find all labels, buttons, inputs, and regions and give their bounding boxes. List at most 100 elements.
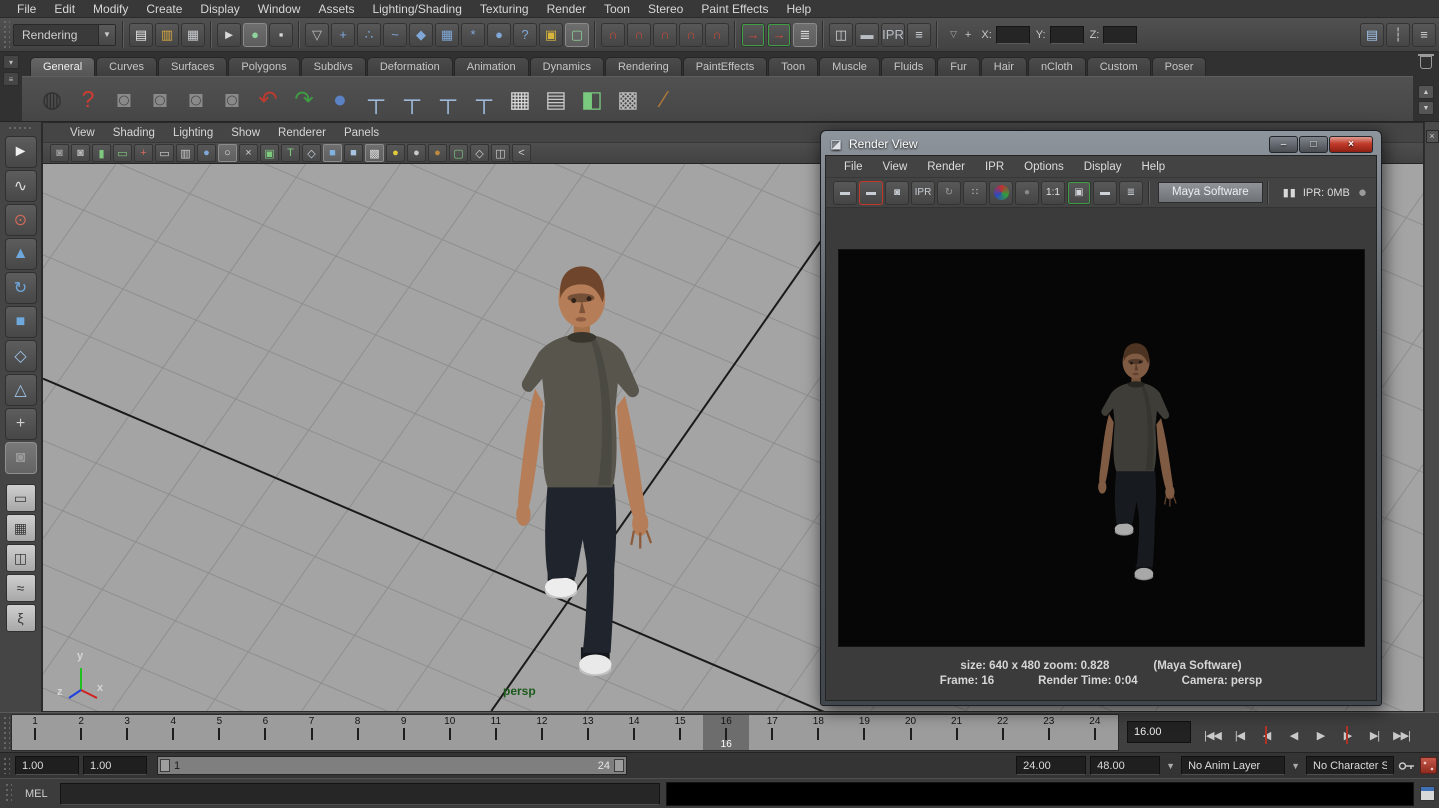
move-tool-icon[interactable]: ▲ — [5, 238, 37, 270]
timeline-frame-cell[interactable]: 21 — [934, 715, 980, 750]
timeline-frame-cell[interactable]: 19 — [841, 715, 887, 750]
menu-item[interactable]: File — [8, 1, 45, 17]
render-view-menu-item[interactable]: Render — [917, 159, 975, 175]
range-end-handle[interactable] — [614, 759, 624, 772]
time-slider-grip[interactable] — [3, 716, 10, 749]
universal-manipulator-icon[interactable]: ◇ — [5, 340, 37, 372]
x-coordinate-input[interactable] — [996, 26, 1030, 44]
keep-image-icon[interactable]: ▬ — [1093, 181, 1117, 205]
menu-item[interactable]: Paint Effects — [692, 1, 777, 17]
shadows-icon[interactable]: ● — [428, 144, 447, 162]
panel-menu-item[interactable]: Lighting — [164, 126, 222, 140]
timeline-frame-cell[interactable]: 12 — [519, 715, 565, 750]
image-plane-icon[interactable]: ▭ — [113, 144, 132, 162]
toggle-display-icon[interactable]: ▣ — [1067, 181, 1091, 205]
close-button[interactable]: × — [1329, 136, 1373, 153]
shelf-tab[interactable]: Fluids — [881, 57, 936, 76]
camera-attributes-icon[interactable]: ◙ — [71, 144, 90, 162]
minimize-button[interactable]: – — [1269, 136, 1298, 153]
resolution-gate-icon[interactable]: ▥ — [176, 144, 195, 162]
trash-icon[interactable] — [1420, 56, 1432, 69]
menu-set-selector[interactable]: Rendering ▼ — [13, 24, 116, 46]
render-settings-icon[interactable]: ≡ — [907, 23, 931, 47]
render-view-menu-item[interactable]: View — [873, 159, 918, 175]
refresh-ipr-icon[interactable]: ↻ — [937, 181, 961, 205]
shelf-tab[interactable]: Fur — [937, 57, 980, 76]
scale-tool-icon[interactable]: ■ — [5, 306, 37, 338]
timeline-frame-cell[interactable]: 9 — [381, 715, 427, 750]
play-backwards-button[interactable]: ◀ — [1280, 723, 1307, 747]
go-to-start-button[interactable]: |◀◀ — [1199, 723, 1226, 747]
timeline-frame-cell[interactable]: 2 — [58, 715, 104, 750]
xray-icon[interactable]: ◫ — [491, 144, 510, 162]
output-connections-icon[interactable]: → — [767, 23, 791, 47]
timeline-frame-cell[interactable]: 1 — [12, 715, 58, 750]
render-view-menu-item[interactable]: Options — [1014, 159, 1074, 175]
crate-icon[interactable]: ▩ — [610, 80, 646, 118]
shelf-tab[interactable]: Hair — [981, 57, 1027, 76]
redo-icon[interactable]: ↷ — [286, 80, 322, 118]
shelf-tab[interactable]: Custom — [1087, 57, 1151, 76]
step-back-frame-button[interactable]: |◀ — [1226, 723, 1253, 747]
animation-start-field[interactable] — [15, 756, 79, 775]
wireframe-on-shaded-icon[interactable]: ◇ — [470, 144, 489, 162]
anim-layer-field[interactable] — [1181, 756, 1285, 775]
ui-editor-icon[interactable]: ▦ — [502, 80, 538, 118]
panel-menu-item[interactable]: Show — [222, 126, 269, 140]
chevron-down-icon[interactable]: ▼ — [98, 25, 115, 45]
soft-modification-tool-icon[interactable]: △ — [5, 374, 37, 406]
select-by-object-icon[interactable]: ● — [243, 23, 267, 47]
render-current-frame-icon[interactable]: ▬ — [833, 181, 857, 205]
open-scene-icon[interactable]: ▥ — [155, 23, 179, 47]
open-render-view-icon[interactable]: ◫ — [829, 23, 853, 47]
select-node-icon[interactable]: ▤ — [538, 80, 574, 118]
shelf-tab[interactable]: Subdivs — [301, 57, 366, 76]
menu-item[interactable]: Toon — [595, 1, 639, 17]
lasso-select-tool-icon[interactable]: ∿ — [5, 170, 37, 202]
render-view-menu-item[interactable]: File — [834, 159, 873, 175]
timeline-frame-cell[interactable]: 13 — [565, 715, 611, 750]
text-display-icon[interactable]: T — [281, 144, 300, 162]
menu-item[interactable]: Stereo — [639, 1, 692, 17]
timeline-frame-cell[interactable]: 7 — [288, 715, 334, 750]
gate-mask-icon[interactable]: ● — [197, 144, 216, 162]
shelf-scroll-up-button[interactable]: ▲ — [1418, 85, 1434, 99]
layout-persp-outliner-icon[interactable]: ◫ — [6, 544, 36, 572]
shelf-tab[interactable]: Dynamics — [530, 57, 604, 76]
last-tool-camera-icon[interactable]: ◙ — [5, 442, 37, 474]
field-chart-icon[interactable]: × — [239, 144, 258, 162]
menu-item[interactable]: Modify — [84, 1, 137, 17]
redo-previous-render-icon[interactable]: ▬ — [859, 181, 883, 205]
open-render-settings-icon[interactable]: ≣ — [1119, 181, 1143, 205]
delete-icon[interactable]: ● — [322, 80, 358, 118]
menu-item[interactable]: Help — [778, 1, 821, 17]
rgb-channels-icon[interactable]: ● — [989, 181, 1013, 205]
chevron-down-icon[interactable]: ▽ — [950, 29, 957, 40]
mask-curves-icon[interactable]: ~ — [383, 23, 407, 47]
y-coordinate-input[interactable] — [1050, 26, 1084, 44]
undo-icon[interactable]: ↶ — [250, 80, 286, 118]
shelf-tab[interactable]: Deformation — [367, 57, 453, 76]
timeline-frame-cell[interactable]: 3 — [104, 715, 150, 750]
mask-dynamics-icon[interactable]: * — [461, 23, 485, 47]
highlight-selection-icon[interactable]: ▢ — [565, 23, 589, 47]
timeline-frame-cell[interactable]: 11 — [473, 715, 519, 750]
menu-item[interactable]: Render — [538, 1, 595, 17]
input-connections-icon[interactable]: → — [741, 23, 765, 47]
ipr-render-icon[interactable]: IPR — [881, 23, 905, 47]
menu-item[interactable]: Assets — [309, 1, 363, 17]
one-to-one-icon[interactable]: 1:1 — [1041, 181, 1065, 205]
save-scene-icon[interactable]: ▦ — [181, 23, 205, 47]
timeline-frame-cell[interactable]: 6 — [242, 715, 288, 750]
select-tool-icon[interactable]: ► — [5, 136, 37, 168]
character-model[interactable] — [516, 266, 651, 676]
current-time-field[interactable] — [1127, 721, 1191, 743]
attribute-editor-icon[interactable]: ▤ — [1360, 23, 1384, 47]
chevron-down-icon[interactable]: ▼ — [1166, 761, 1175, 771]
poly-cube-select-icon[interactable]: ◧ — [574, 80, 610, 118]
tool-settings-icon[interactable]: ┆ — [1386, 23, 1410, 47]
layout-persp-graph-icon[interactable]: ≈ — [6, 574, 36, 602]
isolate-select-icon[interactable]: ▢ — [449, 144, 468, 162]
timeline-frame-cell[interactable]: 18 — [795, 715, 841, 750]
toolbox-grip[interactable] — [8, 126, 34, 132]
